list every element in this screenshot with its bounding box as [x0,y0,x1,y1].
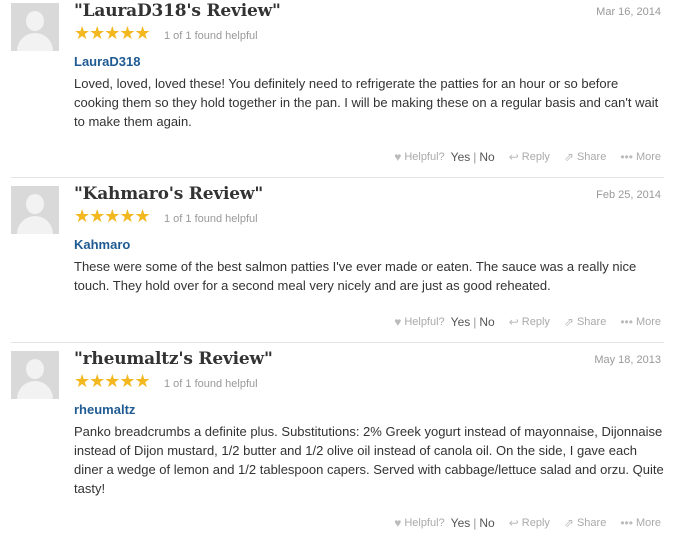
review-text: Panko breadcrumbs a definite plus. Subst… [74,424,664,496]
review-actions: ♥ Helpful? Yes | No ↩ Reply ⇗ Share ••• More [380,516,661,530]
reply-button[interactable]: ↩ Reply [509,516,550,530]
share-icon: ⇗ [563,150,574,164]
helpful-vote: Yes | No [451,150,495,164]
author-link[interactable]: Kahmaro [74,237,130,252]
helpful-count: 1 of 1 found helpful [164,378,258,390]
helpful-count: 1 of 1 found helpful [164,30,258,42]
reply-arrow-icon: ↩ [508,516,519,530]
share-icon: ⇗ [563,315,574,329]
default-user-icon [26,359,44,379]
helpful-prompt: ♥ Helpful? [394,516,445,530]
default-user-icon [26,11,44,31]
heart-icon: ♥ [394,315,402,329]
review-date: May 18, 2013 [594,354,661,366]
helpful-vote: Yes | No [451,516,495,530]
share-button[interactable]: ⇗ Share [564,150,606,164]
no-button[interactable]: No [479,516,494,530]
helpful-prompt: ♥ Helpful? [394,315,445,329]
no-button[interactable]: No [479,150,494,164]
review-actions: ♥ Helpful? Yes | No ↩ Reply ⇗ Share ••• More [380,315,661,329]
star-icon: ★★★★★ [74,206,151,226]
review-title: "LauraD318's Review" [74,1,281,21]
review-title: "Kahmaro's Review" [74,184,263,204]
rating-stars: ★★★★★ [74,206,151,227]
avatar[interactable] [11,351,59,399]
review-date: Mar 16, 2014 [596,6,661,18]
heart-icon: ♥ [394,516,402,530]
share-button[interactable]: ⇗ Share [564,315,606,329]
author-link[interactable]: rheumaltz [74,402,135,417]
review-date: Feb 25, 2014 [596,189,661,201]
share-icon: ⇗ [563,516,574,530]
yes-button[interactable]: Yes [451,516,471,530]
reply-arrow-icon: ↩ [508,150,519,164]
default-user-icon [26,194,44,214]
reply-button[interactable]: ↩ Reply [509,315,550,329]
share-button[interactable]: ⇗ Share [564,516,606,530]
review-actions: ♥ Helpful? Yes | No ↩ Reply ⇗ Share ••• More [380,150,661,164]
vote-separator: | [473,315,477,329]
more-button[interactable]: ••• More [620,516,661,530]
helpful-prompt: ♥ Helpful? [394,150,445,164]
star-icon: ★★★★★ [74,371,151,391]
more-button[interactable]: ••• More [620,315,661,329]
review-text: Loved, loved, loved these! You definitel… [74,76,659,129]
review-text: These were some of the best salmon patti… [74,259,637,293]
no-button[interactable]: No [479,315,494,329]
avatar[interactable] [11,186,59,234]
rating-stars: ★★★★★ [74,23,151,44]
more-button[interactable]: ••• More [620,150,661,164]
rating-stars: ★★★★★ [74,371,151,392]
vote-separator: | [473,516,477,530]
review-divider [11,177,664,178]
yes-button[interactable]: Yes [451,150,471,164]
vote-separator: | [473,150,477,164]
reply-arrow-icon: ↩ [508,315,519,329]
helpful-vote: Yes | No [451,315,495,329]
author-link[interactable]: LauraD318 [74,54,140,69]
avatar[interactable] [11,3,59,51]
review-title: "rheumaltz's Review" [74,349,273,369]
heart-icon: ♥ [394,150,402,164]
review-divider [11,342,664,343]
helpful-count: 1 of 1 found helpful [164,213,258,225]
ellipsis-icon: ••• [620,315,633,329]
star-icon: ★★★★★ [74,23,151,43]
yes-button[interactable]: Yes [451,315,471,329]
reply-button[interactable]: ↩ Reply [509,150,550,164]
ellipsis-icon: ••• [620,150,633,164]
ellipsis-icon: ••• [620,516,633,530]
